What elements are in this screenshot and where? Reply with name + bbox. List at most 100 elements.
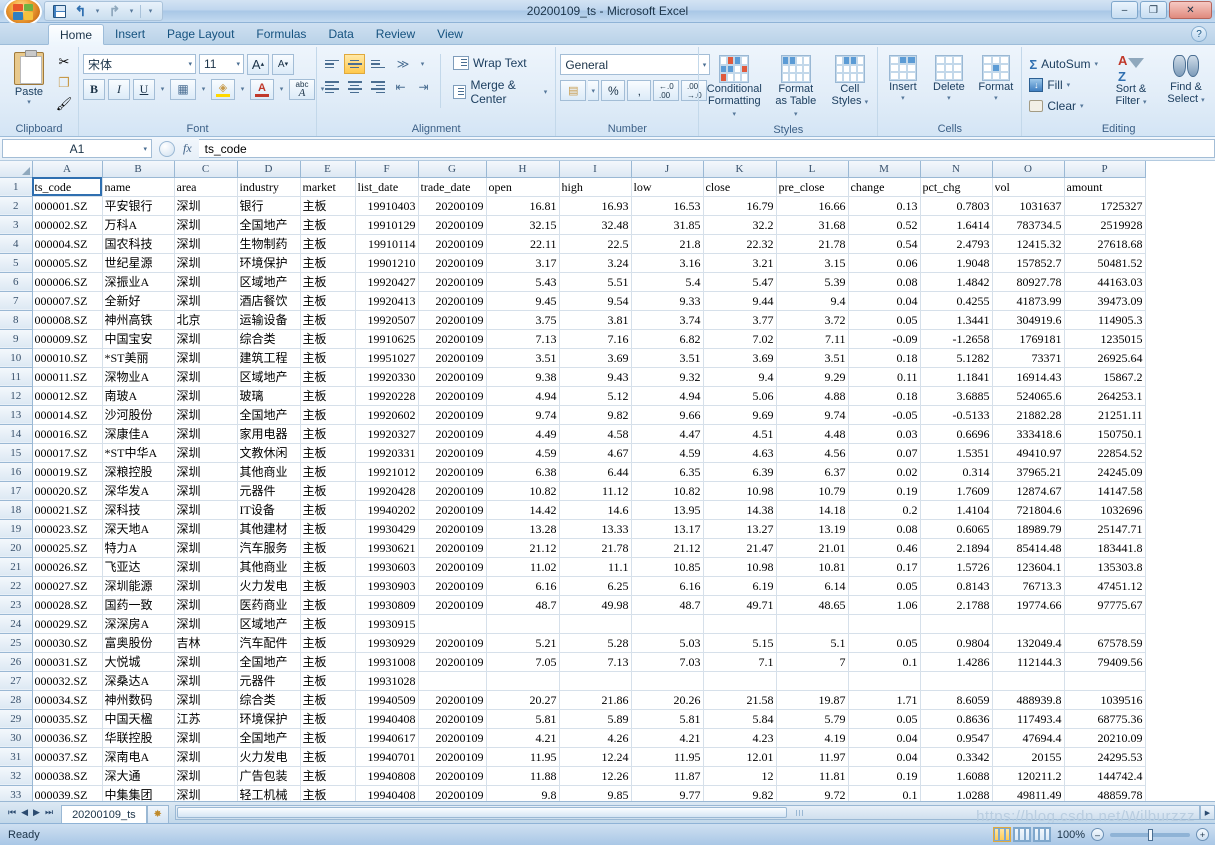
cell-G6[interactable]: 20200109 [418, 272, 487, 292]
cell-L11[interactable]: 9.29 [776, 367, 849, 387]
cell-O13[interactable]: 21882.28 [992, 405, 1065, 425]
cell-E24[interactable]: 主板 [300, 614, 356, 634]
cell-I23[interactable]: 49.98 [559, 595, 632, 615]
cell-G10[interactable]: 20200109 [418, 348, 487, 368]
cell-G12[interactable]: 20200109 [418, 386, 487, 406]
cell-O27[interactable] [992, 671, 1065, 691]
cell-M3[interactable]: 0.52 [848, 215, 921, 235]
cell-I32[interactable]: 12.26 [559, 766, 632, 786]
cell-G5[interactable]: 20200109 [418, 253, 487, 273]
cell-A1[interactable]: ts_code [32, 177, 103, 197]
cell-D6[interactable]: 区域地产 [237, 272, 301, 292]
cell-J9[interactable]: 6.82 [631, 329, 704, 349]
cell-I6[interactable]: 5.51 [559, 272, 632, 292]
row-header-32[interactable]: 32 [0, 766, 33, 786]
cell-C6[interactable]: 深圳 [174, 272, 238, 292]
increase-decimal-button[interactable]: ←.0.00 [653, 80, 680, 101]
cell-L30[interactable]: 4.19 [776, 728, 849, 748]
cell-K12[interactable]: 5.06 [703, 386, 777, 406]
find-select-button[interactable]: Find & Select ▾ [1161, 52, 1211, 109]
cell-C3[interactable]: 深圳 [174, 215, 238, 235]
column-header-L[interactable]: L [776, 161, 849, 178]
cell-P1[interactable]: amount [1064, 177, 1146, 197]
cell-G16[interactable]: 20200109 [418, 462, 487, 482]
cell-O15[interactable]: 49410.97 [992, 443, 1065, 463]
cell-N23[interactable]: 2.1788 [920, 595, 993, 615]
cell-O16[interactable]: 37965.21 [992, 462, 1065, 482]
cell-E13[interactable]: 主板 [300, 405, 356, 425]
fill-button[interactable]: ↓ Fill ▾ [1026, 75, 1101, 95]
format-as-table-button[interactable]: Format as Table ▾ [769, 53, 822, 123]
cell-G2[interactable]: 20200109 [418, 196, 487, 216]
cell-L32[interactable]: 11.81 [776, 766, 849, 786]
cell-G13[interactable]: 20200109 [418, 405, 487, 425]
comma-style-button[interactable]: , [627, 80, 652, 101]
cell-F30[interactable]: 19940617 [355, 728, 419, 748]
row-header-24[interactable]: 24 [0, 614, 33, 634]
cell-F17[interactable]: 19920428 [355, 481, 419, 501]
cell-G21[interactable]: 20200109 [418, 557, 487, 577]
cell-C13[interactable]: 深圳 [174, 405, 238, 425]
cell-P18[interactable]: 1032696 [1064, 500, 1146, 520]
cell-K4[interactable]: 22.32 [703, 234, 777, 254]
column-header-I[interactable]: I [559, 161, 632, 178]
cell-D16[interactable]: 其他商业 [237, 462, 301, 482]
cell-C7[interactable]: 深圳 [174, 291, 238, 311]
cell-A2[interactable]: 000001.SZ [32, 196, 103, 216]
zoom-out-button[interactable]: – [1091, 828, 1104, 841]
cell-E33[interactable]: 主板 [300, 785, 356, 801]
cell-J31[interactable]: 11.95 [631, 747, 704, 767]
cell-J8[interactable]: 3.74 [631, 310, 704, 330]
row-header-11[interactable]: 11 [0, 367, 33, 387]
cell-K11[interactable]: 9.4 [703, 367, 777, 387]
cell-D20[interactable]: 汽车服务 [237, 538, 301, 558]
insert-cells-button[interactable]: Insert ▾ [882, 53, 923, 107]
cell-A26[interactable]: 000031.SZ [32, 652, 103, 672]
table-row[interactable]: 17 000020.SZ 深华发A 深圳 元器件 主板 19920428 20200109 10… [0, 481, 1146, 501]
cell-P4[interactable]: 27618.68 [1064, 234, 1146, 254]
cell-M12[interactable]: 0.18 [848, 386, 921, 406]
cell-A20[interactable]: 000025.SZ [32, 538, 103, 558]
cell-O2[interactable]: 1031637 [992, 196, 1065, 216]
cell-H12[interactable]: 4.94 [486, 386, 560, 406]
cell-L12[interactable]: 4.88 [776, 386, 849, 406]
next-sheet-button[interactable]: ▶ [33, 807, 40, 818]
cell-B31[interactable]: 深南电A [102, 747, 175, 767]
horizontal-scrollbar[interactable]: https://blog.csdn.net/Wilburzzz ▶ [175, 805, 1215, 825]
cell-N31[interactable]: 0.3342 [920, 747, 993, 767]
cell-M26[interactable]: 0.1 [848, 652, 921, 672]
cell-E9[interactable]: 主板 [300, 329, 356, 349]
cell-L27[interactable] [776, 671, 849, 691]
cell-N29[interactable]: 0.8636 [920, 709, 993, 729]
close-button[interactable]: ✕ [1169, 1, 1212, 19]
tab-formulas[interactable]: Formulas [245, 23, 317, 44]
cell-B10[interactable]: *ST美丽 [102, 348, 175, 368]
cell-J19[interactable]: 13.17 [631, 519, 704, 539]
cell-I2[interactable]: 16.93 [559, 196, 632, 216]
cell-J32[interactable]: 11.87 [631, 766, 704, 786]
cell-M7[interactable]: 0.04 [848, 291, 921, 311]
cell-N33[interactable]: 1.0288 [920, 785, 993, 801]
zoom-slider-thumb[interactable] [1148, 828, 1153, 841]
cell-D28[interactable]: 综合类 [237, 690, 301, 710]
tab-home[interactable]: Home [48, 24, 105, 45]
cell-C5[interactable]: 深圳 [174, 253, 238, 273]
row-header-27[interactable]: 27 [0, 671, 33, 691]
cell-O24[interactable] [992, 614, 1065, 634]
cell-D4[interactable]: 生物制药 [237, 234, 301, 254]
cell-I21[interactable]: 11.1 [559, 557, 632, 577]
cell-P3[interactable]: 2519928 [1064, 215, 1146, 235]
first-sheet-button[interactable]: ⏮ [8, 807, 16, 818]
cell-M8[interactable]: 0.05 [848, 310, 921, 330]
cell-K17[interactable]: 10.98 [703, 481, 777, 501]
cell-F10[interactable]: 19951027 [355, 348, 419, 368]
orientation-dropdown[interactable]: ▾ [418, 54, 427, 74]
cell-K31[interactable]: 12.01 [703, 747, 777, 767]
cell-B23[interactable]: 国药一致 [102, 595, 175, 615]
cell-C24[interactable]: 深圳 [174, 614, 238, 634]
cell-G15[interactable]: 20200109 [418, 443, 487, 463]
cell-K2[interactable]: 16.79 [703, 196, 777, 216]
cell-G24[interactable] [418, 614, 487, 634]
cell-N9[interactable]: -1.2658 [920, 329, 993, 349]
cell-L17[interactable]: 10.79 [776, 481, 849, 501]
